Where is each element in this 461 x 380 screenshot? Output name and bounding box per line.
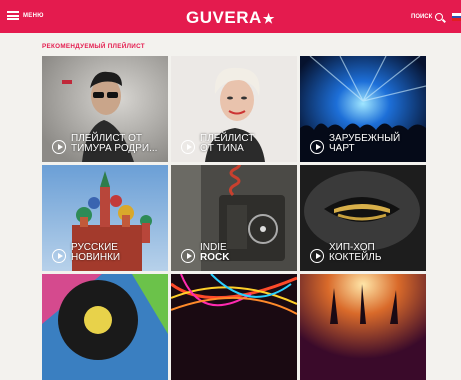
logo-text: GUVERA xyxy=(186,8,262,27)
playlist-tile-vinyl[interactable] xyxy=(42,274,168,380)
section-title: РЕКОМЕНДУЕМЫЙ ПЛЕЙЛИСТ xyxy=(42,43,145,50)
playlist-cover-image xyxy=(300,274,426,380)
play-icon[interactable] xyxy=(181,249,195,263)
play-icon[interactable] xyxy=(310,249,324,263)
tile-title-line2: ТИМУРА РОДРИ... xyxy=(71,143,158,154)
playlist-cover-image xyxy=(171,274,297,380)
top-bar: МЕНЮ GUVERA★ ПОИСК xyxy=(0,0,461,33)
playlist-tile-indie-rock[interactable]: INDIE ROCK xyxy=(171,165,297,271)
tile-title-line2: НОВИНКИ xyxy=(71,252,121,263)
tile-title-line2: ОТ TИNA xyxy=(200,143,244,154)
tile-title-line2: ROCK xyxy=(200,252,230,263)
playlist-tile-hiphop[interactable]: ХИП-ХОП КОКТЕЙЛЬ xyxy=(300,165,426,271)
play-icon[interactable] xyxy=(181,140,195,154)
playlist-tile-timur[interactable]: ПЛЕЙЛИСТ ОТ ТИМУРА РОДРИ... xyxy=(42,56,168,162)
playlist-grid: ПЛЕЙЛИСТ ОТ ТИМУРА РОДРИ... ПЛЕЙЛИСТ ОТ TИ… xyxy=(42,56,426,380)
search-label: ПОИСК xyxy=(411,14,433,20)
guvera-logo[interactable]: GUVERA★ xyxy=(0,8,461,28)
tile-title-line2: КОКТЕЙЛЬ xyxy=(329,252,382,263)
star-icon: ★ xyxy=(262,11,275,26)
tile-title-line2: ЧАРТ xyxy=(329,143,355,154)
playlist-tile-concert[interactable] xyxy=(300,274,426,380)
play-icon[interactable] xyxy=(52,249,66,263)
russian-flag-icon[interactable] xyxy=(452,13,461,21)
playlist-cover-image xyxy=(42,274,168,380)
search-button[interactable]: ПОИСК xyxy=(411,13,444,21)
playlist-tile-russian-new[interactable]: РУССКИЕ НОВИНКИ xyxy=(42,165,168,271)
playlist-tile-tina[interactable]: ПЛЕЙЛИСТ ОТ TИNA xyxy=(171,56,297,162)
play-icon[interactable] xyxy=(310,140,324,154)
play-icon[interactable] xyxy=(52,140,66,154)
playlist-tile-neon[interactable] xyxy=(171,274,297,380)
search-icon xyxy=(435,13,444,21)
playlist-tile-foreign-chart[interactable]: ЗАРУБЕЖНЫЙ ЧАРТ xyxy=(300,56,426,162)
